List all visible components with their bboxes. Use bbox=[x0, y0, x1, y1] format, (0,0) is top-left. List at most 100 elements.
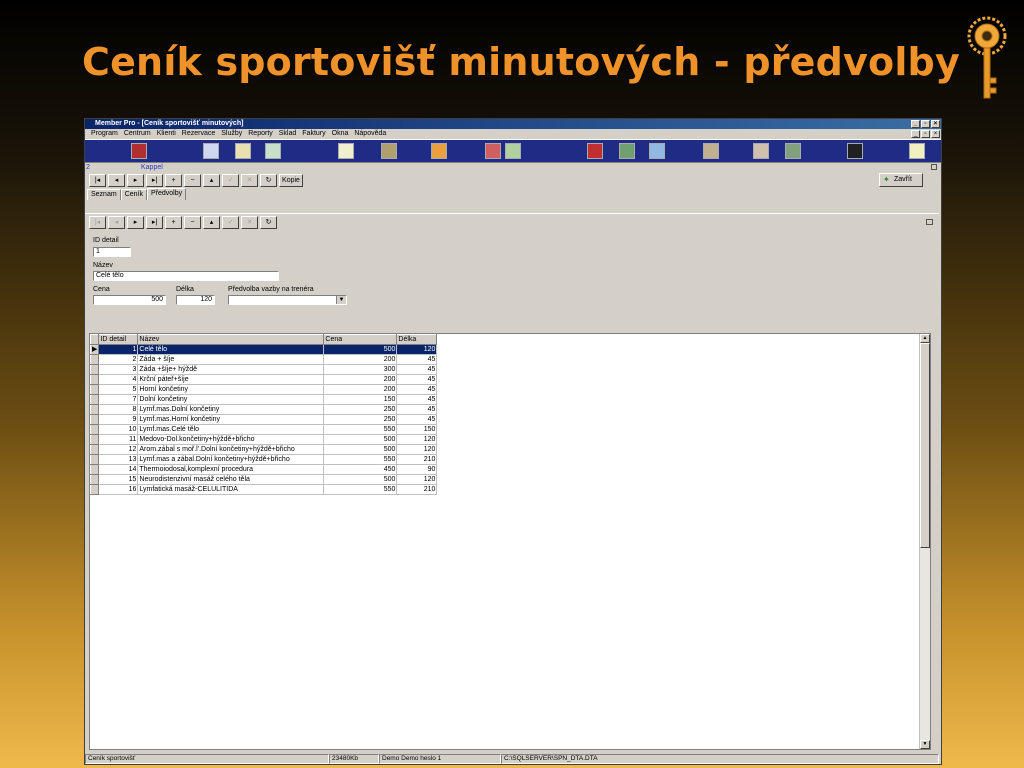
detail-edit-button[interactable]: ▴ bbox=[203, 216, 220, 229]
cell-cena[interactable]: 300 bbox=[323, 364, 398, 375]
module-icon-12[interactable] bbox=[649, 143, 665, 159]
insert-record-button[interactable]: + bbox=[165, 173, 182, 187]
menu-rezervace[interactable]: Rezervace bbox=[182, 129, 215, 139]
cell-id[interactable]: 5 bbox=[98, 384, 139, 395]
minimize-button[interactable]: _ bbox=[911, 120, 920, 128]
cell-nazev[interactable]: Lymfatická masáž-CELULITIDA bbox=[137, 484, 325, 495]
cell-delka[interactable]: 120 bbox=[396, 474, 438, 485]
tab-seznam[interactable]: Seznam bbox=[87, 189, 121, 200]
cell-nazev[interactable]: Lymf.mas.Dolní končetiny bbox=[137, 404, 325, 415]
lightbulb-icon[interactable] bbox=[909, 143, 925, 159]
detail-cancel-button[interactable]: ✕ bbox=[241, 216, 258, 229]
cell-nazev[interactable]: Záda +šíje+ hýždě bbox=[137, 364, 325, 375]
row-indicator[interactable] bbox=[89, 474, 100, 485]
table-row[interactable]: 2 Záda + šíje 200 45 bbox=[89, 354, 438, 365]
cell-nazev[interactable]: Lymf.mas a zábal.Dolní končetiny+hýždě+b… bbox=[137, 454, 325, 465]
cell-cena[interactable]: 500 bbox=[323, 474, 398, 485]
cell-delka[interactable]: 45 bbox=[396, 384, 438, 395]
row-indicator[interactable] bbox=[89, 454, 100, 465]
menu-klienti[interactable]: Klienti bbox=[157, 129, 176, 139]
cell-id[interactable]: 7 bbox=[98, 394, 139, 405]
menu-program[interactable]: Program bbox=[91, 129, 118, 139]
table-row[interactable]: ▶ 1 Celé tělo 500 120 bbox=[89, 344, 438, 355]
cell-delka[interactable]: 45 bbox=[396, 354, 438, 365]
cell-cena[interactable]: 250 bbox=[323, 414, 398, 425]
cancel-record-button[interactable]: ✕ bbox=[241, 173, 258, 187]
table-row[interactable]: 9 Lymf.mas.Horní končetiny 250 45 bbox=[89, 414, 438, 425]
detail-next-button[interactable]: ▸ bbox=[127, 216, 144, 229]
cell-cena[interactable]: 200 bbox=[323, 384, 398, 395]
module-icon-5[interactable] bbox=[338, 143, 354, 159]
module-icon-9[interactable] bbox=[505, 143, 521, 159]
cell-delka[interactable]: 45 bbox=[396, 404, 438, 415]
grid-toggle-icon[interactable] bbox=[931, 164, 937, 170]
row-indicator[interactable] bbox=[89, 444, 100, 455]
cell-id[interactable]: 3 bbox=[98, 364, 139, 375]
table-row[interactable]: 12 Arom.zábal s moř.l'.Dolní končetiny+hý… bbox=[89, 444, 438, 455]
table-row[interactable]: 14 Thermoiodosal,komplexní procedura 450 90 bbox=[89, 464, 438, 475]
child-restore-button[interactable]: ▫ bbox=[921, 130, 930, 138]
delka-field[interactable]: 120 bbox=[176, 295, 215, 305]
scroll-up-icon[interactable]: ▲ bbox=[920, 334, 930, 343]
cell-id[interactable]: 2 bbox=[98, 354, 139, 365]
module-icon-4[interactable] bbox=[265, 143, 281, 159]
detail-grid-toggle-icon[interactable] bbox=[926, 219, 933, 225]
cell-nazev[interactable]: Krční páteř+šíje bbox=[137, 374, 325, 385]
detail-post-button[interactable]: ✓ bbox=[222, 216, 239, 229]
cell-cena[interactable]: 250 bbox=[323, 404, 398, 415]
module-icon-7[interactable] bbox=[431, 143, 447, 159]
menu-centrum[interactable]: Centrum bbox=[124, 129, 151, 139]
menu-sklad[interactable]: Sklad bbox=[279, 129, 297, 139]
edit-record-button[interactable]: ▴ bbox=[203, 173, 220, 187]
cell-cena[interactable]: 550 bbox=[323, 424, 398, 435]
child-minimize-button[interactable]: _ bbox=[911, 130, 920, 138]
cell-id[interactable]: 14 bbox=[98, 464, 139, 475]
cell-cena[interactable]: 450 bbox=[323, 464, 398, 475]
table-row[interactable]: 3 Záda +šíje+ hýždě 300 45 bbox=[89, 364, 438, 375]
cell-id[interactable]: 15 bbox=[98, 474, 139, 485]
module-icon-6[interactable] bbox=[381, 143, 397, 159]
id-detail-field[interactable]: 1 bbox=[93, 247, 131, 257]
next-record-button[interactable]: ▸ bbox=[127, 173, 144, 187]
module-icon-2[interactable] bbox=[203, 143, 219, 159]
close-button[interactable]: × bbox=[931, 120, 940, 128]
table-row[interactable]: 10 Lymf.mas.Celé tělo 550 150 bbox=[89, 424, 438, 435]
menu-sluzby[interactable]: Služby bbox=[221, 129, 242, 139]
predvolba-select[interactable]: ▼ bbox=[228, 295, 347, 305]
table-row[interactable]: 4 Krční páteř+šíje 200 45 bbox=[89, 374, 438, 385]
table-row[interactable]: 5 Horní končetiny 200 45 bbox=[89, 384, 438, 395]
col-delka-header[interactable]: Délka bbox=[396, 334, 438, 345]
cell-delka[interactable]: 90 bbox=[396, 464, 438, 475]
cell-nazev[interactable]: Celé tělo bbox=[137, 344, 325, 355]
chevron-down-icon[interactable]: ▼ bbox=[336, 296, 346, 304]
cell-delka[interactable]: 45 bbox=[396, 414, 438, 425]
cell-cena[interactable]: 550 bbox=[323, 484, 398, 495]
cell-nazev[interactable]: Lymf.mas.Celé tělo bbox=[137, 424, 325, 435]
cell-cena[interactable]: 500 bbox=[323, 444, 398, 455]
detail-last-button[interactable]: ▸| bbox=[146, 216, 163, 229]
module-icon-11[interactable] bbox=[619, 143, 635, 159]
row-indicator[interactable] bbox=[89, 464, 100, 475]
row-indicator[interactable] bbox=[89, 394, 100, 405]
cell-id[interactable]: 13 bbox=[98, 454, 139, 465]
scroll-thumb[interactable] bbox=[920, 343, 930, 548]
row-indicator[interactable] bbox=[89, 424, 100, 435]
refresh-button[interactable]: ↻ bbox=[260, 173, 277, 187]
col-nazev-header[interactable]: Název bbox=[137, 334, 325, 345]
table-row[interactable]: 8 Lymf.mas.Dolní končetiny 250 45 bbox=[89, 404, 438, 415]
cell-delka[interactable]: 120 bbox=[396, 434, 438, 445]
table-row[interactable]: 13 Lymf.mas a zábal.Dolní končetiny+hýždě… bbox=[89, 454, 438, 465]
zavrit-button[interactable]: ✦ Zavřít bbox=[879, 173, 923, 187]
cell-id[interactable]: 8 bbox=[98, 404, 139, 415]
detail-refresh-button[interactable]: ↻ bbox=[260, 216, 277, 229]
table-row[interactable]: 16 Lymfatická masáž-CELULITIDA 550 210 bbox=[89, 484, 438, 495]
cena-field[interactable]: 500 bbox=[93, 295, 166, 305]
cell-id[interactable]: 12 bbox=[98, 444, 139, 455]
maximize-button[interactable]: ▫ bbox=[921, 120, 930, 128]
cell-delka[interactable]: 210 bbox=[396, 484, 438, 495]
cell-delka[interactable]: 45 bbox=[396, 374, 438, 385]
menu-reporty[interactable]: Reporty bbox=[248, 129, 273, 139]
tab-predvolby[interactable]: Předvolby bbox=[146, 188, 187, 200]
cell-id[interactable]: 16 bbox=[98, 484, 139, 495]
nazev-field[interactable]: Celé tělo bbox=[93, 271, 279, 281]
